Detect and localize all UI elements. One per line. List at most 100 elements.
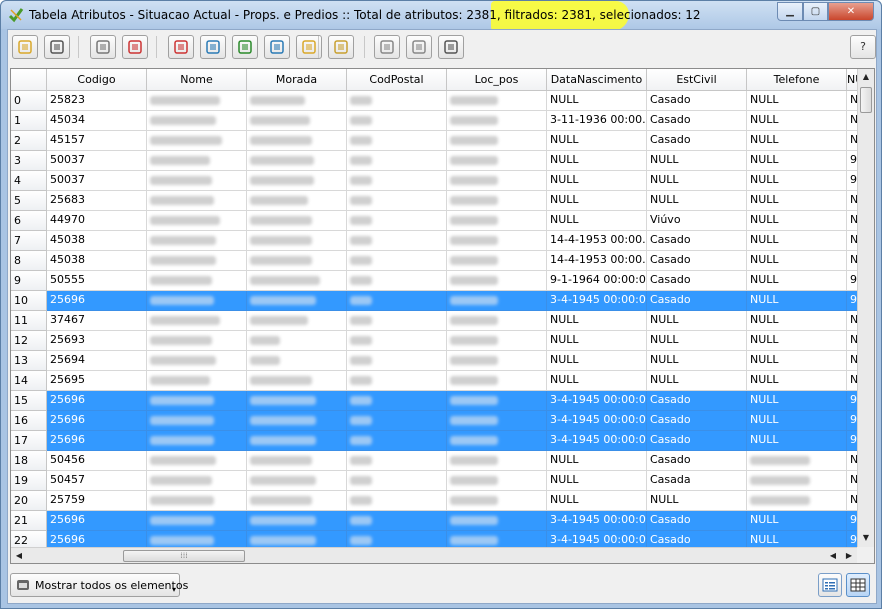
cell-codpostal[interactable] [347, 511, 447, 531]
cell-telefone[interactable]: NULL [747, 331, 847, 351]
horizontal-scroll-thumb[interactable]: ⁞⁞⁞ [123, 550, 245, 562]
table-row[interactable]: 2025759NULLNULLNU [11, 491, 859, 511]
cell-codpostal[interactable] [347, 251, 447, 271]
row-header[interactable]: 11 [11, 311, 47, 331]
column-header-codpostal[interactable]: CodPostal [347, 69, 447, 91]
cell-estcivil[interactable]: Casado [647, 271, 747, 291]
cell-morada[interactable] [247, 411, 347, 431]
scroll-left-icon[interactable]: ◀ [11, 548, 27, 563]
cell-telefone[interactable]: NULL [747, 251, 847, 271]
scroll-up-icon[interactable]: ▲ [858, 69, 874, 85]
cell-nome[interactable] [147, 331, 247, 351]
cell-estcivil[interactable]: NULL [647, 311, 747, 331]
cell-morada[interactable] [247, 271, 347, 291]
table-row[interactable]: 10256963-4-1945 00:00:00CasadoNULL96 [11, 291, 859, 311]
table-row[interactable]: 450037NULLNULLNULL93 [11, 171, 859, 191]
cell-codigo[interactable]: 25694 [47, 351, 147, 371]
cell-estcivil[interactable]: NULL [647, 491, 747, 511]
cell-morada[interactable] [247, 371, 347, 391]
row-header[interactable]: 3 [11, 151, 47, 171]
row-header[interactable]: 2 [11, 131, 47, 151]
cell-nome[interactable] [147, 251, 247, 271]
table-row[interactable]: 1425695NULLNULLNULLNU [11, 371, 859, 391]
row-header[interactable]: 16 [11, 411, 47, 431]
cell-loc-pos[interactable] [447, 391, 547, 411]
cell-datanascimento[interactable]: 3-4-1945 00:00:00 [547, 411, 647, 431]
table-row[interactable]: 74503814-4-1953 00:00...CasadoNULLNU [11, 231, 859, 251]
scroll-down-icon[interactable]: ▼ [858, 530, 874, 546]
form-view-button[interactable] [818, 573, 842, 597]
cell-telefone[interactable]: NULL [747, 271, 847, 291]
column-header-morada[interactable]: Morada [247, 69, 347, 91]
cell-loc-pos[interactable] [447, 131, 547, 151]
cell-telefone[interactable]: NULL [747, 291, 847, 311]
cell-loc-pos[interactable] [447, 431, 547, 451]
row-header[interactable]: 10 [11, 291, 47, 311]
cell-codigo[interactable]: 25695 [47, 371, 147, 391]
column-header-estcivil[interactable]: EstCivil [647, 69, 747, 91]
cell-datanascimento[interactable]: 14-4-1953 00:00... [547, 231, 647, 251]
table-row[interactable]: 350037NULLNULLNULL93 [11, 151, 859, 171]
cell-codigo[interactable]: 25693 [47, 331, 147, 351]
cell-estcivil[interactable]: NULL [647, 171, 747, 191]
horizontal-scrollbar[interactable]: ◀ ⁞⁞⁞ ◀ ▶ [11, 547, 857, 563]
cell-loc-pos[interactable] [447, 411, 547, 431]
table-row[interactable]: 525683NULLNULLNULLNU [11, 191, 859, 211]
field-calculator-button[interactable] [438, 35, 464, 59]
header-corner[interactable] [11, 69, 47, 91]
cell-estcivil[interactable]: Casado [647, 251, 747, 271]
cell-datanascimento[interactable]: 3-11-1936 00:00... [547, 111, 647, 131]
cell-datanascimento[interactable]: 3-4-1945 00:00:00 [547, 391, 647, 411]
cell-morada[interactable] [247, 191, 347, 211]
cell-nome[interactable] [147, 351, 247, 371]
cell-nome[interactable] [147, 451, 247, 471]
cell-codigo[interactable]: 50037 [47, 151, 147, 171]
cell-nome[interactable] [147, 91, 247, 111]
cell-codigo[interactable]: 25823 [47, 91, 147, 111]
row-header[interactable]: 6 [11, 211, 47, 231]
cell-datanascimento[interactable]: 3-4-1945 00:00:00 [547, 291, 647, 311]
cell-codpostal[interactable] [347, 231, 447, 251]
cell-codigo[interactable]: 25696 [47, 291, 147, 311]
cell-codpostal[interactable] [347, 91, 447, 111]
cell-nome[interactable] [147, 411, 247, 431]
cell-loc-pos[interactable] [447, 351, 547, 371]
cell-datanascimento[interactable]: NULL [547, 211, 647, 231]
row-header[interactable]: 5 [11, 191, 47, 211]
cell-datanascimento[interactable]: NULL [547, 311, 647, 331]
row-header[interactable]: 9 [11, 271, 47, 291]
row-header[interactable]: 20 [11, 491, 47, 511]
cell-estcivil[interactable]: Casado [647, 111, 747, 131]
cell-codigo[interactable]: 25759 [47, 491, 147, 511]
cell-loc-pos[interactable] [447, 91, 547, 111]
cell-nome[interactable] [147, 311, 247, 331]
cell-estcivil[interactable]: NULL [647, 371, 747, 391]
cell-datanascimento[interactable]: 9-1-1964 00:00:00 [547, 271, 647, 291]
cell-telefone[interactable]: NULL [747, 151, 847, 171]
show-all-features-dropdown[interactable]: Mostrar todos os elementos ▾ [10, 573, 188, 597]
cell-estcivil[interactable]: Casado [647, 511, 747, 531]
cell-codigo[interactable]: 50457 [47, 471, 147, 491]
cell-morada[interactable] [247, 311, 347, 331]
cell-datanascimento[interactable]: NULL [547, 131, 647, 151]
table-row[interactable]: 1225693NULLNULLNULLNU [11, 331, 859, 351]
cell-loc-pos[interactable] [447, 151, 547, 171]
cell-nome[interactable] [147, 271, 247, 291]
row-header[interactable]: 4 [11, 171, 47, 191]
cell-telefone[interactable] [747, 491, 847, 511]
column-header-codigo[interactable]: Codigo [47, 69, 147, 91]
cell-codpostal[interactable] [347, 491, 447, 511]
row-header[interactable]: 1 [11, 111, 47, 131]
cell-estcivil[interactable]: Casado [647, 91, 747, 111]
cell-codigo[interactable]: 25683 [47, 191, 147, 211]
cell-nome[interactable] [147, 431, 247, 451]
move-selection-top-button[interactable] [200, 35, 226, 59]
column-header-datanascimento[interactable]: DataNascimento [547, 69, 647, 91]
cell-morada[interactable] [247, 511, 347, 531]
cell-codpostal[interactable] [347, 451, 447, 471]
delete-column-button[interactable] [406, 35, 432, 59]
close-button[interactable]: ✕ [828, 2, 874, 21]
cell-codigo[interactable]: 45038 [47, 231, 147, 251]
cell-loc-pos[interactable] [447, 111, 547, 131]
cell-codpostal[interactable] [347, 331, 447, 351]
